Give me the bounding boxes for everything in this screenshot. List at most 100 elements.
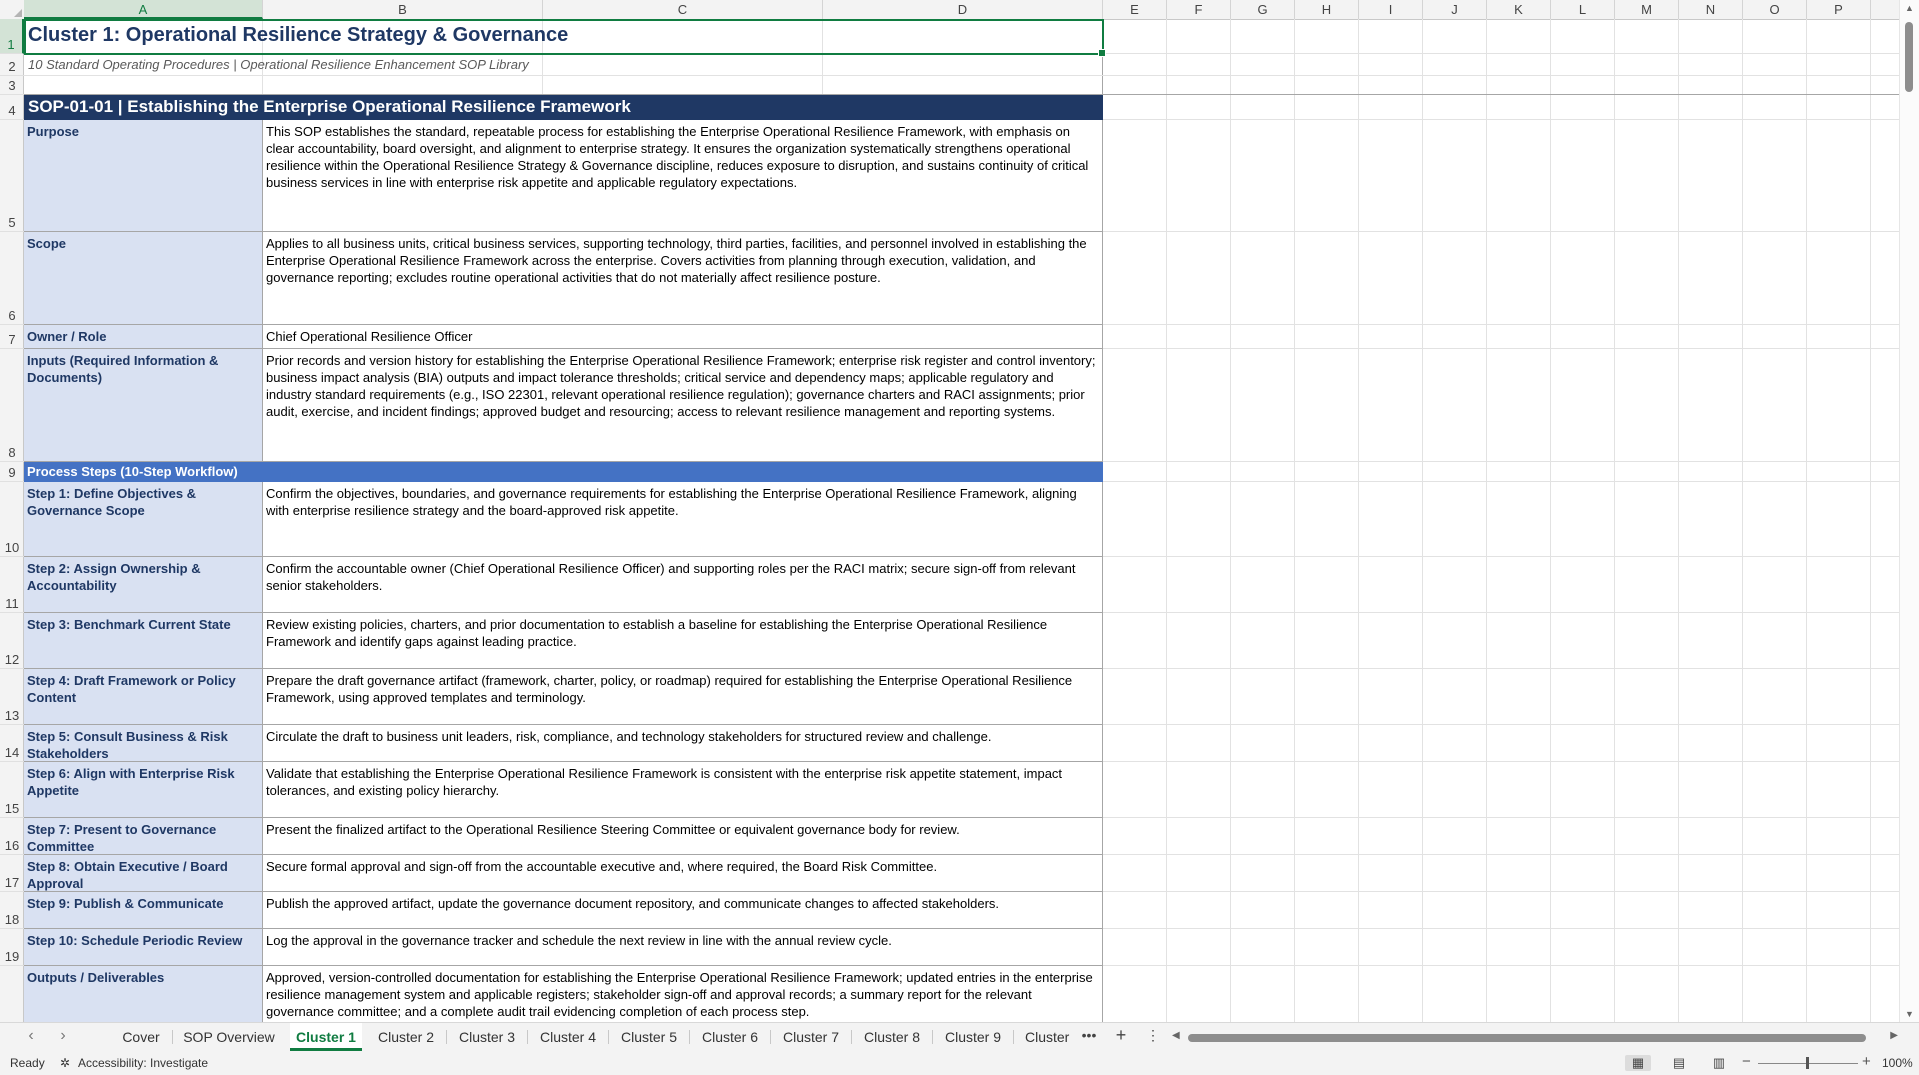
column-header-b[interactable]: B [263,0,543,19]
vertical-scrollbar[interactable]: ▲ ▼ [1899,0,1919,1022]
row-header-15[interactable]: 15 [0,762,24,818]
tab-cluster-6[interactable]: Cluster 6 [693,1023,767,1051]
row-header-17[interactable]: 17 [0,855,24,892]
zoom-out-icon[interactable]: − [1742,1053,1751,1070]
step-description[interactable]: Present the finalized artifact to the Op… [263,818,1103,855]
more-vertical-icon[interactable]: ⋮ [1142,1027,1164,1044]
row-header-2[interactable]: 2 [0,54,24,76]
row-header-10[interactable]: 10 [0,482,24,557]
column-header-f[interactable]: F [1167,0,1231,19]
normal-view-icon[interactable]: ▦ [1625,1055,1651,1071]
accessibility-status[interactable]: Accessibility: Investigate [78,1056,208,1070]
horizontal-scrollbar[interactable]: ◀ ▶ [1172,1030,1898,1044]
owner-role-value[interactable]: Chief Operational Resilience Officer [263,325,1103,349]
column-header-l[interactable]: L [1551,0,1615,19]
column-header-d[interactable]: D [823,0,1103,19]
row-header-11[interactable]: 11 [0,557,24,613]
column-header-h[interactable]: H [1295,0,1359,19]
sheet-subtitle[interactable]: 10 Standard Operating Procedures | Opera… [24,55,1102,75]
tab-cluster-7[interactable]: Cluster 7 [774,1023,848,1051]
column-header-n[interactable]: N [1679,0,1743,19]
tab-cluster-3[interactable]: Cluster 3 [450,1023,524,1051]
row-header-3[interactable]: 3 [0,76,24,95]
column-header-c[interactable]: C [543,0,823,19]
outputs-label[interactable]: Outputs / Deliverables [24,966,263,1022]
horizontal-scroll-thumb[interactable] [1188,1034,1866,1042]
scroll-up-icon[interactable]: ▲ [1905,3,1914,13]
row-header-6[interactable]: 6 [0,232,24,325]
scroll-down-icon[interactable]: ▼ [1905,1009,1914,1019]
row-header-7[interactable]: 7 [0,325,24,349]
chevron-right-icon[interactable]: › [52,1027,74,1045]
chevron-left-icon[interactable]: ‹ [20,1027,42,1045]
step-description[interactable]: Secure formal approval and sign-off from… [263,855,1103,892]
sop-header[interactable]: SOP-01-01 | Establishing the Enterprise … [24,95,1103,120]
step-description[interactable]: Validate that establishing the Enterpris… [263,762,1103,818]
worksheet-grid[interactable]: 1 2 3 4 5 6 7 8 9 10 11 12 13 14 15 16 1… [0,19,1900,1022]
tab-cluster-5[interactable]: Cluster 5 [612,1023,686,1051]
row-header-13[interactable]: 13 [0,669,24,725]
column-header-i[interactable]: I [1359,0,1423,19]
page-layout-view-icon[interactable]: ▤ [1666,1055,1692,1071]
step-label[interactable]: Step 1: Define Objectives & Governance S… [24,482,263,557]
column-header-g[interactable]: G [1231,0,1295,19]
column-header-e[interactable]: E [1103,0,1167,19]
step-description[interactable]: Publish the approved artifact, update th… [263,892,1103,929]
step-description[interactable]: Confirm the accountable owner (Chief Ope… [263,557,1103,613]
column-header-p[interactable]: P [1807,0,1871,19]
column-header-j[interactable]: J [1423,0,1487,19]
row-header-12[interactable]: 12 [0,613,24,669]
zoom-level[interactable]: 100% [1882,1056,1913,1070]
purpose-label[interactable]: Purpose [24,120,263,232]
row-header-14[interactable]: 14 [0,725,24,762]
step-label[interactable]: Step 2: Assign Ownership & Accountabilit… [24,557,263,613]
row-header-18[interactable]: 18 [0,892,24,929]
scroll-right-icon[interactable]: ▶ [1890,1030,1898,1041]
vertical-scroll-thumb[interactable] [1905,22,1913,92]
tab-cluster-4[interactable]: Cluster 4 [531,1023,605,1051]
column-header-a[interactable]: A [24,0,263,19]
plus-icon[interactable]: + [1110,1025,1132,1046]
page-break-preview-icon[interactable]: ▥ [1706,1055,1732,1071]
step-label[interactable]: Step 9: Publish & Communicate [24,892,263,929]
column-header-k[interactable]: K [1487,0,1551,19]
step-label[interactable]: Step 8: Obtain Executive / Board Approva… [24,855,263,892]
step-label[interactable]: Step 7: Present to Governance Committee [24,818,263,855]
row-header-9[interactable]: 9 [0,462,24,482]
scope-value[interactable]: Applies to all business units, critical … [263,232,1103,325]
step-label[interactable]: Step 4: Draft Framework or Policy Conten… [24,669,263,725]
step-label[interactable]: Step 3: Benchmark Current State [24,613,263,669]
row-header-5[interactable]: 5 [0,120,24,232]
row-header-16[interactable]: 16 [0,818,24,855]
inputs-label[interactable]: Inputs (Required Information & Documents… [24,349,263,462]
row-header-4[interactable]: 4 [0,95,24,120]
row-header-1[interactable]: 1 [0,19,24,54]
select-all-button[interactable] [0,0,25,19]
column-header-m[interactable]: M [1615,0,1679,19]
owner-role-label[interactable]: Owner / Role [24,325,263,349]
purpose-value[interactable]: This SOP establishes the standard, repea… [263,120,1103,232]
tab-cluster-10-truncated[interactable]: Cluster [1017,1023,1087,1051]
outputs-value[interactable]: Approved, version-controlled documentati… [263,966,1103,1022]
step-label[interactable]: Step 10: Schedule Periodic Review [24,929,263,966]
tab-sop-overview[interactable]: SOP Overview [176,1023,282,1051]
tab-cover[interactable]: Cover [112,1023,170,1051]
tab-cluster-2[interactable]: Cluster 2 [370,1023,442,1051]
scope-label[interactable]: Scope [24,232,263,325]
column-header-o[interactable]: O [1743,0,1807,19]
row-header-8[interactable]: 8 [0,349,24,462]
row-header-19[interactable]: 19 [0,929,24,966]
step-label[interactable]: Step 5: Consult Business & Risk Stakehol… [24,725,263,762]
zoom-in-icon[interactable]: + [1862,1053,1871,1070]
step-description[interactable]: Circulate the draft to business unit lea… [263,725,1103,762]
step-description[interactable]: Log the approval in the governance track… [263,929,1103,966]
step-description[interactable]: Prepare the draft governance artifact (f… [263,669,1103,725]
accessibility-icon[interactable]: ✲ [60,1056,70,1070]
zoom-slider-handle[interactable] [1806,1057,1809,1069]
more-icon[interactable]: ••• [1078,1027,1100,1043]
step-description[interactable]: Review existing policies, charters, and … [263,613,1103,669]
step-label[interactable]: Step 6: Align with Enterprise Risk Appet… [24,762,263,818]
process-steps-header[interactable]: Process Steps (10-Step Workflow) [24,462,1103,482]
scroll-left-icon[interactable]: ◀ [1172,1030,1180,1041]
step-description[interactable]: Confirm the objectives, boundaries, and … [263,482,1103,557]
